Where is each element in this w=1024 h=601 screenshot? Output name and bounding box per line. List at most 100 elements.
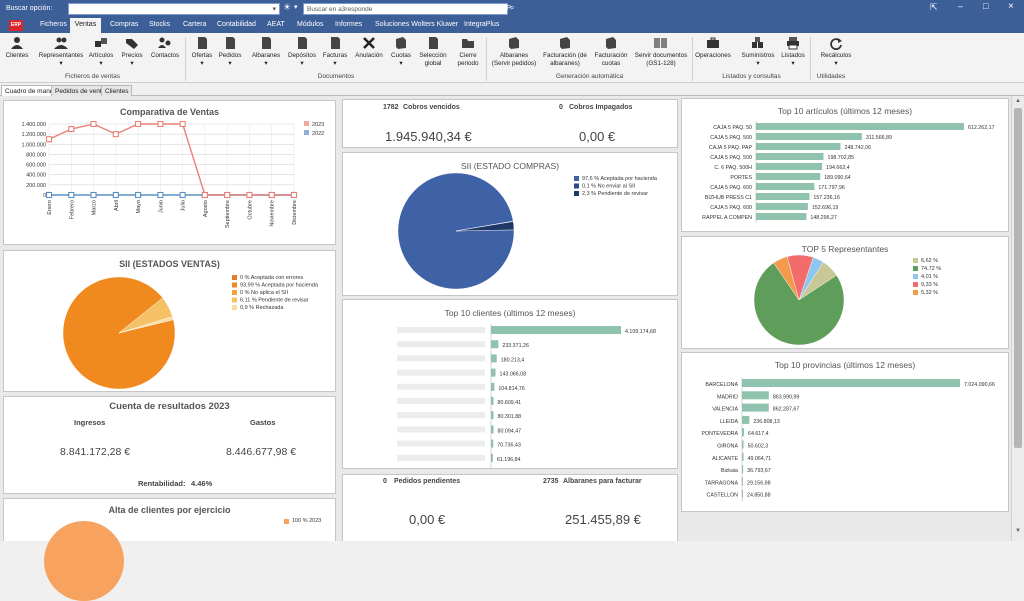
menu-aeat[interactable]: AEAT <box>267 21 285 28</box>
ribbon-button-albaranes[interactable]: Albaranes ▾ <box>250 36 282 67</box>
ribbon-button-cuotas[interactable]: Cuotas ▾ <box>390 36 412 67</box>
ribbon-button-label: Cuotas <box>391 52 411 59</box>
bar-value-label: 29.156,98 <box>747 480 771 486</box>
chevron-down-icon[interactable]: ▾ <box>272 5 276 13</box>
x-tick-label: Febrero <box>69 200 75 219</box>
ribbon-button-representantes[interactable]: Representantes ▾ <box>38 36 84 67</box>
ribbon-button-label: Depósitos <box>287 52 316 59</box>
x-tick-label: Septiembre <box>225 200 231 228</box>
bar-label: CAJA 5 PAQ. 500 <box>710 155 752 161</box>
bar <box>491 340 499 349</box>
ribbon-button-recalculos[interactable]: Recálculos ▾ <box>818 36 854 67</box>
tags-icon <box>126 39 138 49</box>
panel-title: Cuenta de resultados 2023 <box>109 401 230 412</box>
ribbon-button-precios[interactable]: Precios ▾ <box>118 36 146 67</box>
bar <box>756 163 823 170</box>
scrollbar-thumb[interactable] <box>1014 108 1022 448</box>
data-point <box>135 191 142 199</box>
bar-label: C. 6 PAQ. 500H <box>714 165 752 171</box>
bar-value-label: 180.213,4 <box>501 357 525 363</box>
tab-clientes[interactable]: Clientes <box>101 85 133 96</box>
dropdown-icon[interactable]: ▾ <box>294 3 298 11</box>
stack-icon <box>396 37 406 49</box>
pedidos-pendientes-count: 0 <box>383 478 387 485</box>
menu-modulos[interactable]: Módulos <box>297 21 323 28</box>
ribbon-button-servir[interactable]: Servir documentos (GS1-128) <box>632 36 690 67</box>
ribbon-button-operaciones[interactable]: Operaciones <box>694 36 732 60</box>
menu-ventas[interactable]: Ventas <box>70 18 101 33</box>
search-option-input[interactable]: ▾ <box>68 3 280 15</box>
y-tick-label: 600.000 <box>26 163 46 169</box>
menu-informes[interactable]: Informes <box>335 21 362 28</box>
legend-label: 5,32 % <box>921 290 938 296</box>
cobros-impagados-label: Cobros Impagados <box>569 104 633 111</box>
scroll-down-icon[interactable]: ▼ <box>1015 528 1021 534</box>
cobros-vencidos-value: 1.945.940,34 € <box>385 129 472 144</box>
ribbon-button-contactos[interactable]: Contactos <box>148 36 182 60</box>
star-icon[interactable]: ☀ <box>283 2 291 13</box>
ribbon-button-facturacion[interactable]: Facturación cuotas <box>590 36 632 67</box>
ribbon-button-ofertas[interactable]: Ofertas ▾ <box>191 36 213 67</box>
menu-soluciones[interactable]: Soluciones Wolters Kluwer <box>375 21 458 28</box>
menu-cartera[interactable]: Cartera <box>183 21 206 28</box>
ribbon-button-cierre[interactable]: Cierre periodo <box>454 36 482 67</box>
bar-value-label: 70.736,43 <box>497 443 521 449</box>
bar-value-label: 24.850,88 <box>747 493 771 499</box>
bar-value-label: 64.617,4 <box>748 431 769 437</box>
bar-value-label: 49.064,71 <box>748 456 772 462</box>
legend-label: 0 % Aceptada con errores <box>240 275 304 281</box>
x-tick-label: Diciembre <box>292 200 298 225</box>
vertical-scrollbar[interactable]: ▲ ▼ <box>1011 96 1024 541</box>
menu-stocks[interactable]: Stocks <box>149 21 170 28</box>
search-option-label: Buscar opción: <box>6 5 53 12</box>
chevron-down-icon: ▾ <box>399 59 403 67</box>
data-point <box>68 126 75 133</box>
ribbon-button-facturacion[interactable]: Facturación (de albaranes) <box>540 36 590 67</box>
bar-value-label: 248.742,06 <box>845 145 872 151</box>
scroll-up-icon[interactable]: ▲ <box>1015 98 1021 104</box>
close-icon[interactable]: × <box>1008 1 1014 12</box>
menu-integraplus[interactable]: IntegraPlus <box>464 21 499 28</box>
legend-label: 6,11 % Pendiente de revisar <box>240 298 309 304</box>
menu-contabilidad[interactable]: Contabilidad <box>217 21 256 28</box>
ribbon-button-depositos[interactable]: Depósitos ▾ <box>286 36 318 67</box>
pedidos-pendientes-label: Pedidos pendientes <box>394 478 461 485</box>
bar-value-label: 152.696,19 <box>812 205 839 211</box>
ribbon-button-pedidos[interactable]: Pedidos ▾ <box>217 36 243 67</box>
bar-label: CAJA 5 PAQ. 600 <box>710 185 752 191</box>
bar-label: TARRAGONA <box>705 480 739 486</box>
chevron-down-icon: ▾ <box>834 59 838 67</box>
data-point <box>290 191 298 199</box>
ribbon-button-articulos[interactable]: Artículos ▾ <box>86 36 116 67</box>
maximize-icon[interactable]: □ <box>983 1 988 11</box>
person-icon <box>11 37 23 49</box>
ribbon-button-label: Clientes <box>5 52 29 59</box>
articles-icon <box>95 38 107 47</box>
bar <box>756 183 815 190</box>
data-point <box>90 120 97 128</box>
bar-value-label: 148.296,27 <box>810 215 837 221</box>
ribbon-button-facturas[interactable]: Facturas ▾ <box>322 36 348 67</box>
gastos-label: Gastos <box>250 418 276 427</box>
ribbon-button-clientes[interactable]: Clientes <box>5 36 29 60</box>
legend-swatch <box>913 258 918 263</box>
data-point <box>179 120 186 128</box>
ribbon-button-seleccion[interactable]: Selección global <box>418 36 448 67</box>
bar <box>756 153 824 160</box>
a3responde-search-input[interactable]: Buscar en a3responde <box>303 3 508 15</box>
ribbon-button-suministros[interactable]: Suministros ▾ <box>738 36 778 67</box>
minimize-icon[interactable]: – <box>958 1 963 11</box>
menu-ficheros[interactable]: Ficheros <box>40 21 67 28</box>
document-tabs: Cuadro de mando Pedidos de venta Cliente… <box>0 84 1024 97</box>
chevron-down-icon: ▾ <box>791 59 795 67</box>
bar-value-label: 104.814,76 <box>498 386 525 392</box>
legend-swatch <box>913 282 918 287</box>
ribbon-button-anulacion[interactable]: Anulación <box>353 36 385 60</box>
ribbon-button-listados[interactable]: Listados ▾ <box>779 36 807 67</box>
menu-compras[interactable]: Compras <box>110 21 138 28</box>
ribbon-button-albaranes[interactable]: Albaranes (Servir pedidos) <box>490 36 538 67</box>
bar-label: VALENCIA <box>712 407 738 413</box>
data-point <box>179 191 186 199</box>
legend-label: 4,01 % <box>921 274 938 280</box>
restore-icon[interactable]: ⇱ <box>930 2 938 13</box>
